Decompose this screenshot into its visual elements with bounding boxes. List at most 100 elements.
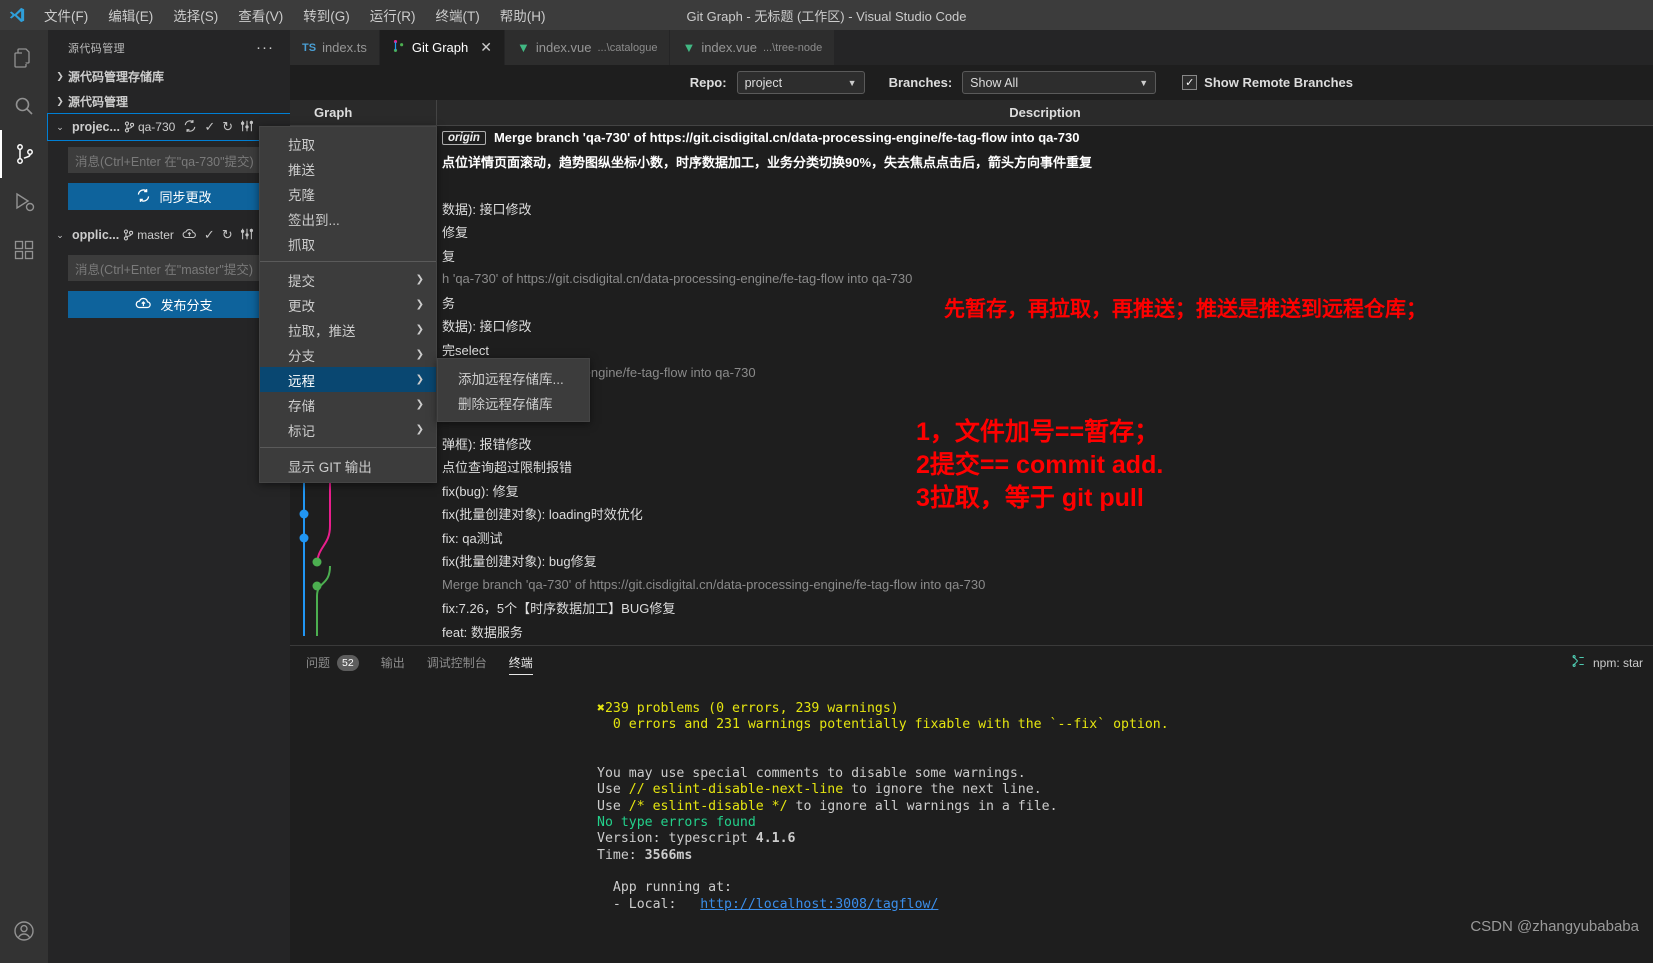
panel-tab-label: 调试控制台 <box>426 656 487 670</box>
context-menu-item-clone[interactable]: 克隆 <box>260 181 436 206</box>
commit-row[interactable]: fix: qa测试 <box>290 526 1653 550</box>
tab-index-vue-catalogue[interactable]: ▼ index.vue ...\catalogue <box>504 30 671 65</box>
terminal-output[interactable]: ✖239 problems (0 errors, 239 warnings) 0… <box>290 679 1653 963</box>
tab-index-vue-tree-node[interactable]: ▼ index.vue ...\tree-node <box>670 30 836 65</box>
context-menu-item-push[interactable]: 推送 <box>260 156 436 181</box>
source-control-icon[interactable] <box>0 130 48 178</box>
commit-row[interactable]: fix:7.26，5个【时序数据加工】BUG修复 <box>290 596 1653 620</box>
menu-label: 拉取，推送 <box>288 323 356 339</box>
sync-changes-button[interactable]: 同步更改 <box>68 183 280 210</box>
tab-sublabel: ...\catalogue <box>597 41 658 54</box>
publish-branch-button[interactable]: 发布分支 <box>68 291 280 318</box>
commit-row[interactable]: Merge branch 'qa-730' of https://git.cis… <box>290 573 1653 597</box>
sync-icon[interactable] <box>183 119 197 136</box>
watermark-label: CSDN @zhangyubababa <box>1470 918 1639 935</box>
menu-view[interactable]: 查看(V) <box>228 1 293 29</box>
ref-chip-origin[interactable]: origin <box>442 130 486 145</box>
menu-terminal[interactable]: 终端(T) <box>426 1 490 29</box>
sidebar-title-label: 源代码管理 <box>68 42 125 55</box>
sidebar-more-icon[interactable]: ··· <box>256 39 274 56</box>
repo-context-menu[interactable]: 拉取 推送 克隆 签出到... 抓取 提交 ❯ 更改 ❯ 拉取，推送 ❯ 分支 ❯ 远程… <box>259 126 437 483</box>
repo-row-opplic[interactable]: ⌄ opplic... master ✓ ↻ <box>48 222 290 248</box>
refresh-icon[interactable]: ↻ <box>222 119 233 135</box>
panel-tab-label: 输出 <box>380 656 405 670</box>
extensions-icon[interactable] <box>0 226 48 274</box>
commit-check-icon[interactable]: ✓ <box>204 119 215 135</box>
submenu-item-add-remote[interactable]: 添加远程存储库... <box>438 365 589 390</box>
context-menu-item-commit[interactable]: 提交 ❯ <box>260 267 436 292</box>
commit-row[interactable]: fix(批量创建对象): bug修复 <box>290 549 1653 573</box>
close-icon[interactable]: ✕ <box>480 39 492 56</box>
chevron-down-icon: ▼ <box>1139 77 1149 88</box>
annotation-line-4: 3拉取，等于 git pull <box>916 484 1144 512</box>
menu-label: 删除远程存储库 <box>458 396 553 412</box>
menu-bar[interactable]: 文件(F) 编辑(E) 选择(S) 查看(V) 转到(G) 运行(R) 终端(T… <box>34 1 556 29</box>
menu-go[interactable]: 转到(G) <box>293 1 360 29</box>
view-changes-icon[interactable] <box>240 227 254 244</box>
refresh-icon[interactable]: ↻ <box>222 227 233 243</box>
panel-tab-debug-console[interactable]: 调试控制台 <box>427 646 487 679</box>
commit-row[interactable]: h 'qa-730' of https://git.cisdigital.cn/… <box>290 267 1653 291</box>
explorer-icon[interactable] <box>0 34 48 82</box>
commit-row[interactable]: 修复 <box>290 220 1653 244</box>
commit-message-input-opplic[interactable]: 消息(Ctrl+Enter 在"master"提交) <box>68 255 280 281</box>
tab-git-graph[interactable]: Git Graph ✕ <box>379 30 505 65</box>
menu-file[interactable]: 文件(F) <box>34 1 98 29</box>
commit-row[interactable]: feat: 数据服务 <box>290 620 1653 644</box>
remote-submenu[interactable]: 添加远程存储库... 删除远程存储库 <box>437 358 590 422</box>
context-menu-item-branch[interactable]: 分支 ❯ <box>260 342 436 367</box>
context-menu-item-show-git-output[interactable]: 显示 GIT 输出 <box>260 453 436 478</box>
commit-row[interactable]: 复 <box>290 244 1653 268</box>
context-menu-item-tags[interactable]: 标记 ❯ <box>260 417 436 442</box>
context-menu-item-fetch[interactable]: 抓取 <box>260 231 436 256</box>
annotation-line-3: 2提交== commit add. <box>916 451 1164 479</box>
tab-index-ts[interactable]: TS index.ts <box>290 30 380 65</box>
commit-check-icon[interactable]: ✓ <box>204 227 215 243</box>
repo-branch-chip: qa-730 <box>124 120 175 134</box>
context-menu-item-remote[interactable]: 远程 ❯ <box>260 367 436 392</box>
scm-section-source-control[interactable]: ❯ 源代码管理 <box>48 90 290 112</box>
menu-label: 抓取 <box>288 237 315 253</box>
commit-row[interactable]: 点位详情页面滚动，趋势图纵坐标小数，时序数据加工，业务分类切换90%，失去焦点点… <box>290 150 1653 174</box>
commit-message-input-project[interactable]: 消息(Ctrl+Enter 在"qa-730"提交) <box>68 147 280 173</box>
terminal-local-url[interactable]: http://localhost:3008/tagflow/ <box>700 897 938 912</box>
terminal-use2-pre: Use <box>597 798 629 814</box>
menu-separator <box>260 447 436 448</box>
chevron-right-icon: ❯ <box>415 349 424 360</box>
terminal-selector[interactable]: npm: star <box>1571 654 1643 671</box>
context-menu-item-pull[interactable]: 拉取 <box>260 131 436 156</box>
view-changes-icon[interactable] <box>240 119 254 136</box>
commit-row[interactable]: origin Merge branch 'qa-730' of https://… <box>290 126 1653 150</box>
panel-tab-terminal[interactable]: 终端 <box>508 646 533 679</box>
menu-selection[interactable]: 选择(S) <box>163 1 228 29</box>
commit-row[interactable]: 数据): 接口修改 <box>290 197 1653 221</box>
account-icon[interactable] <box>0 907 48 955</box>
terminal-time-label: Time: <box>597 847 645 863</box>
git-graph-table-header: Graph Description <box>290 100 1653 126</box>
context-menu-item-checkout-to[interactable]: 签出到... <box>260 206 436 231</box>
repo-select[interactable]: project ▼ <box>736 71 865 94</box>
panel-tab-output[interactable]: 输出 <box>381 646 405 679</box>
chevron-down-icon: ⌄ <box>56 121 64 132</box>
cloud-upload-icon[interactable] <box>182 227 197 244</box>
split-terminal-icon[interactable] <box>1571 654 1586 671</box>
branches-select[interactable]: Show All ▼ <box>962 71 1157 94</box>
repo-row-project[interactable]: ⌄ projec... qa-730 ✓ ↻ ··· <box>47 113 291 141</box>
terminal-line-problems: 239 problems (0 errors, 239 warnings) <box>604 701 899 716</box>
search-icon[interactable] <box>0 82 48 130</box>
menu-run[interactable]: 运行(R) <box>360 1 426 29</box>
menu-edit[interactable]: 编辑(E) <box>98 1 163 29</box>
run-debug-icon[interactable] <box>0 178 48 226</box>
show-remote-branches-checkbox[interactable]: ✓ Show Remote Branches <box>1182 75 1353 90</box>
submenu-item-remove-remote[interactable]: 删除远程存储库 <box>438 390 589 415</box>
context-menu-item-changes[interactable]: 更改 ❯ <box>260 292 436 317</box>
sidebar-title-bar: 源代码管理 ··· <box>48 30 290 65</box>
panel-tab-problems[interactable]: 问题 52 <box>306 646 359 679</box>
context-menu-item-stash[interactable]: 存储 ❯ <box>260 392 436 417</box>
terminal-line-app-running: App running at: <box>597 880 732 896</box>
context-menu-item-pull-push[interactable]: 拉取，推送 ❯ <box>260 317 436 342</box>
menu-help[interactable]: 帮助(H) <box>490 1 556 29</box>
commit-row[interactable] <box>290 173 1653 197</box>
scm-section-repositories[interactable]: ❯ 源代码管理存储库 <box>48 65 290 87</box>
